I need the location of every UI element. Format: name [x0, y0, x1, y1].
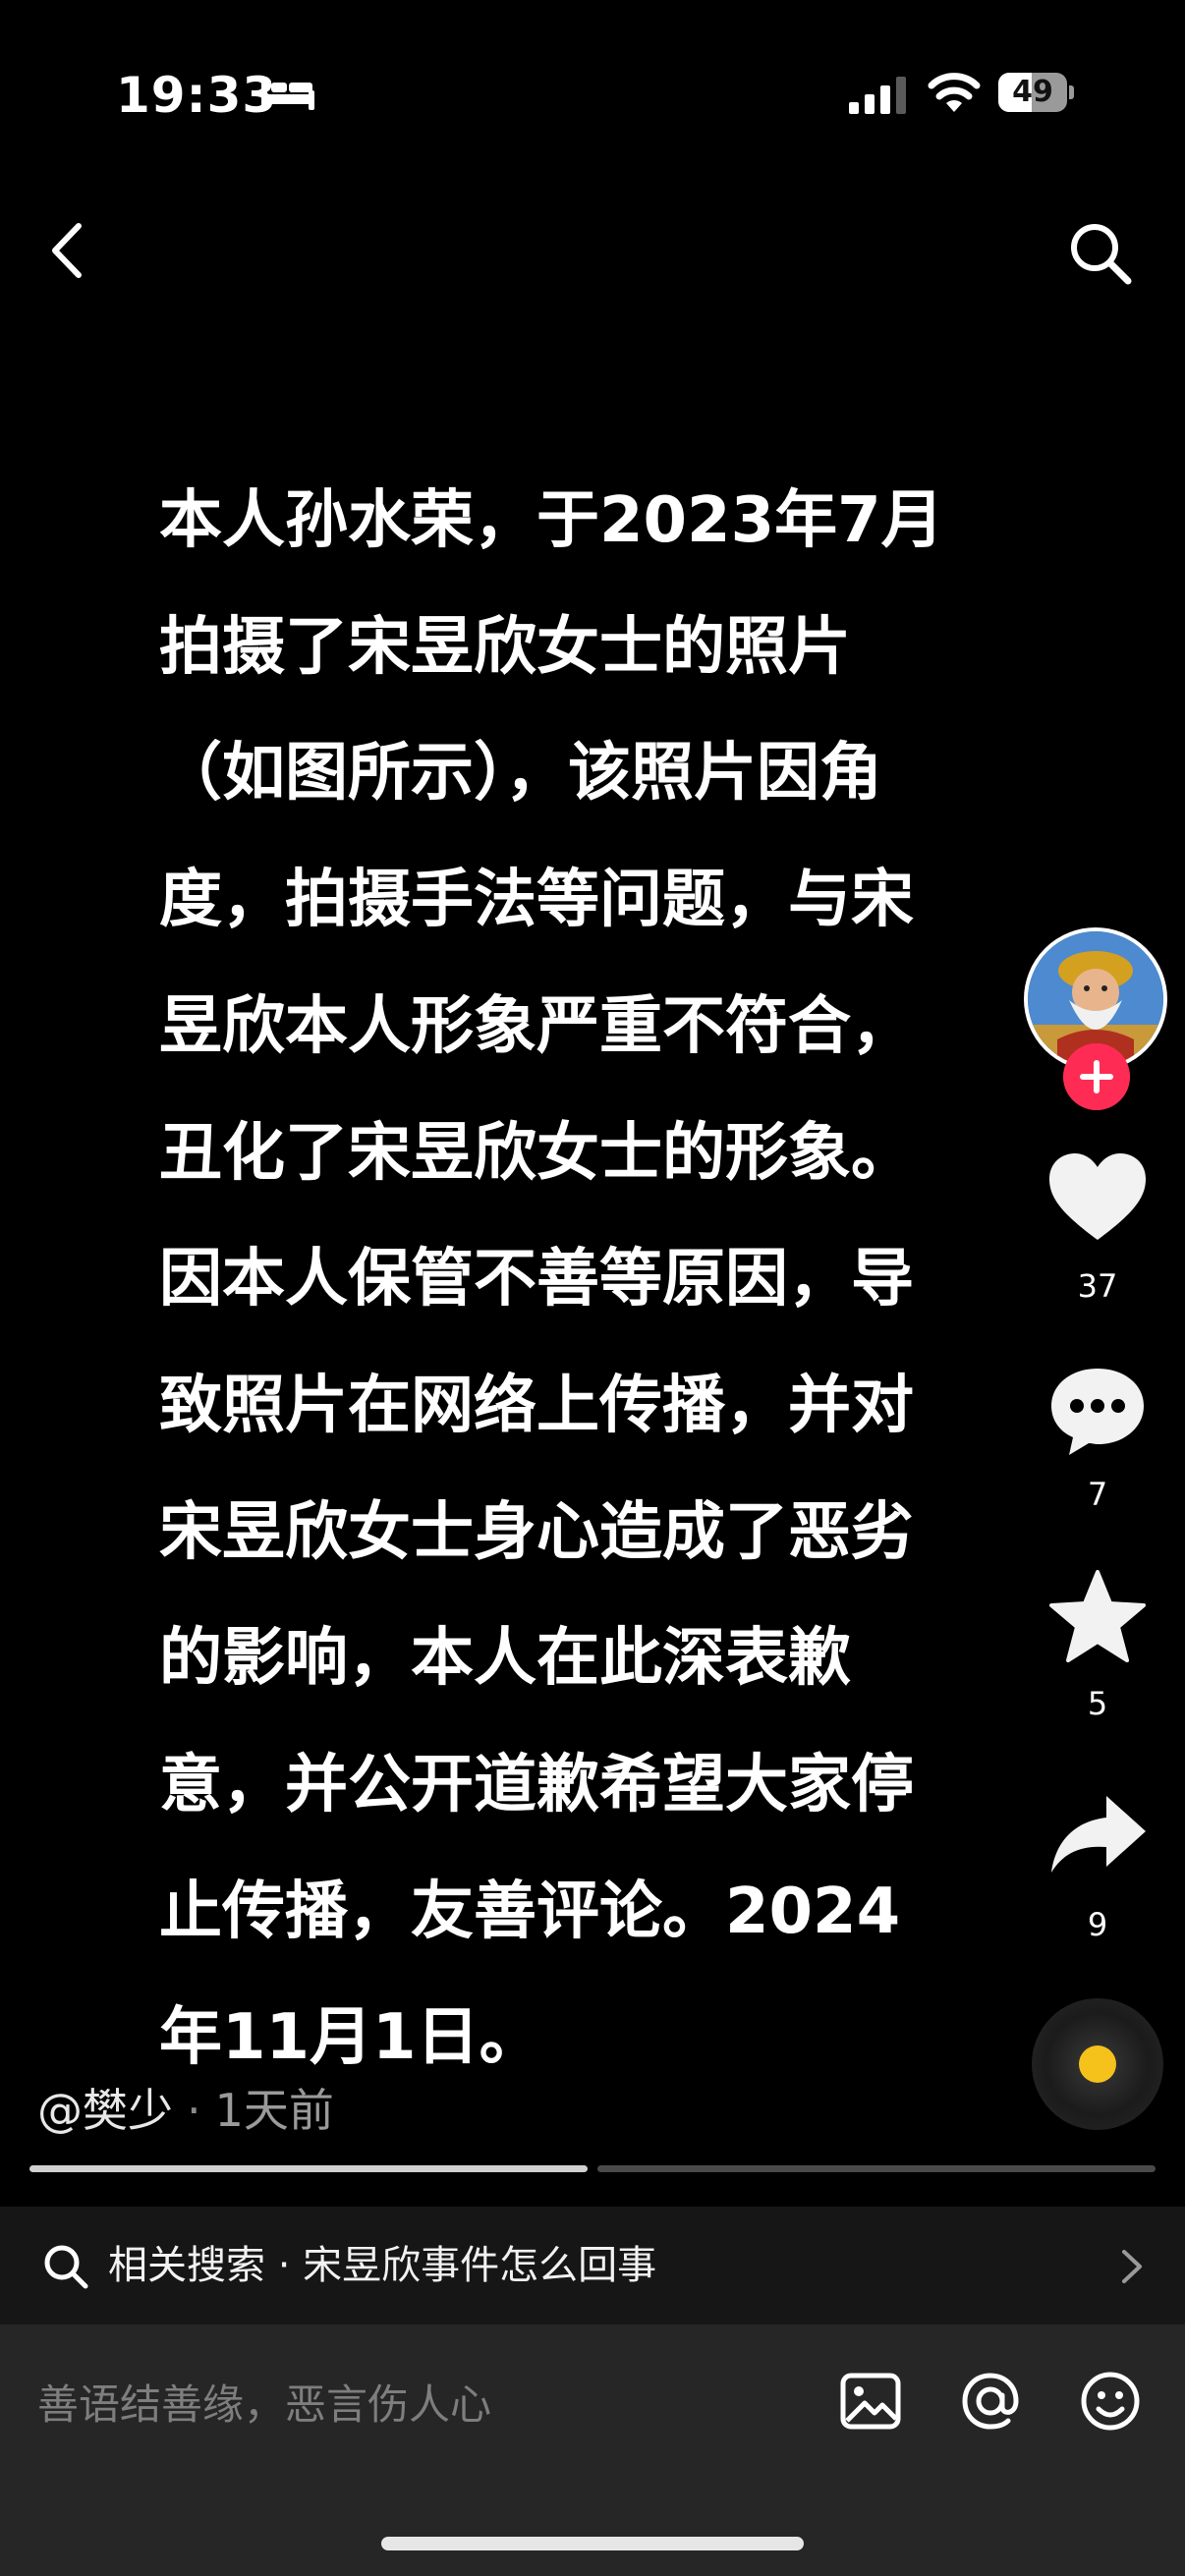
- follow-plus-icon[interactable]: [1063, 1043, 1130, 1110]
- progress-segment-1: [29, 2165, 588, 2172]
- author-name[interactable]: @樊少: [37, 2084, 173, 2137]
- wifi-icon: [928, 73, 981, 112]
- favorite-count: 5: [1087, 1685, 1108, 1722]
- music-disc-label: [1079, 2045, 1116, 2083]
- share-arrow-icon[interactable]: [1044, 1788, 1152, 1886]
- post-text: 本人孙水荣，于2023年7月 拍摄了宋昱欣女士的照片 （如图所示），该照片因角 …: [159, 484, 944, 2075]
- back-icon[interactable]: [39, 218, 100, 283]
- battery-indicator: 49: [998, 73, 1074, 114]
- music-disc[interactable]: [1032, 1998, 1163, 2130]
- battery-level: 49: [1012, 75, 1053, 109]
- post-time: 1天前: [214, 2084, 334, 2137]
- author-line: @樊少 · 1天前: [37, 2075, 334, 2140]
- emoji-icon[interactable]: [1075, 2366, 1146, 2436]
- mention-at-icon[interactable]: [955, 2366, 1026, 2436]
- progress-segment-2: [597, 2165, 1156, 2172]
- status-time: 19:33: [116, 67, 278, 124]
- related-search-bar[interactable]: 相关搜索 · 宋昱欣事件怎么回事: [0, 2207, 1185, 2324]
- comment-count: 7: [1087, 1476, 1108, 1513]
- related-search-icon: [44, 2245, 88, 2289]
- like-heart-icon[interactable]: [1044, 1149, 1152, 1248]
- like-count: 37: [1077, 1267, 1118, 1305]
- chevron-right-icon: [1122, 2250, 1142, 2283]
- image-picker-icon[interactable]: [835, 2366, 906, 2436]
- comment-icon[interactable]: [1044, 1361, 1152, 1459]
- share-count: 9: [1087, 1906, 1108, 1943]
- comment-bar: 善语结善缘，恶言伤人心: [0, 2324, 1185, 2576]
- sleep-focus-icon: [261, 77, 314, 110]
- cellular-signal-icon: [849, 77, 906, 114]
- home-indicator[interactable]: [381, 2537, 804, 2550]
- related-search-label: 相关搜索 · 宋昱欣事件怎么回事: [108, 2243, 657, 2288]
- search-icon[interactable]: [1065, 218, 1136, 289]
- author-separator: ·: [187, 2084, 201, 2137]
- favorite-star-icon[interactable]: [1044, 1568, 1152, 1666]
- comment-input[interactable]: 善语结善缘，恶言伤人心: [37, 2376, 491, 2435]
